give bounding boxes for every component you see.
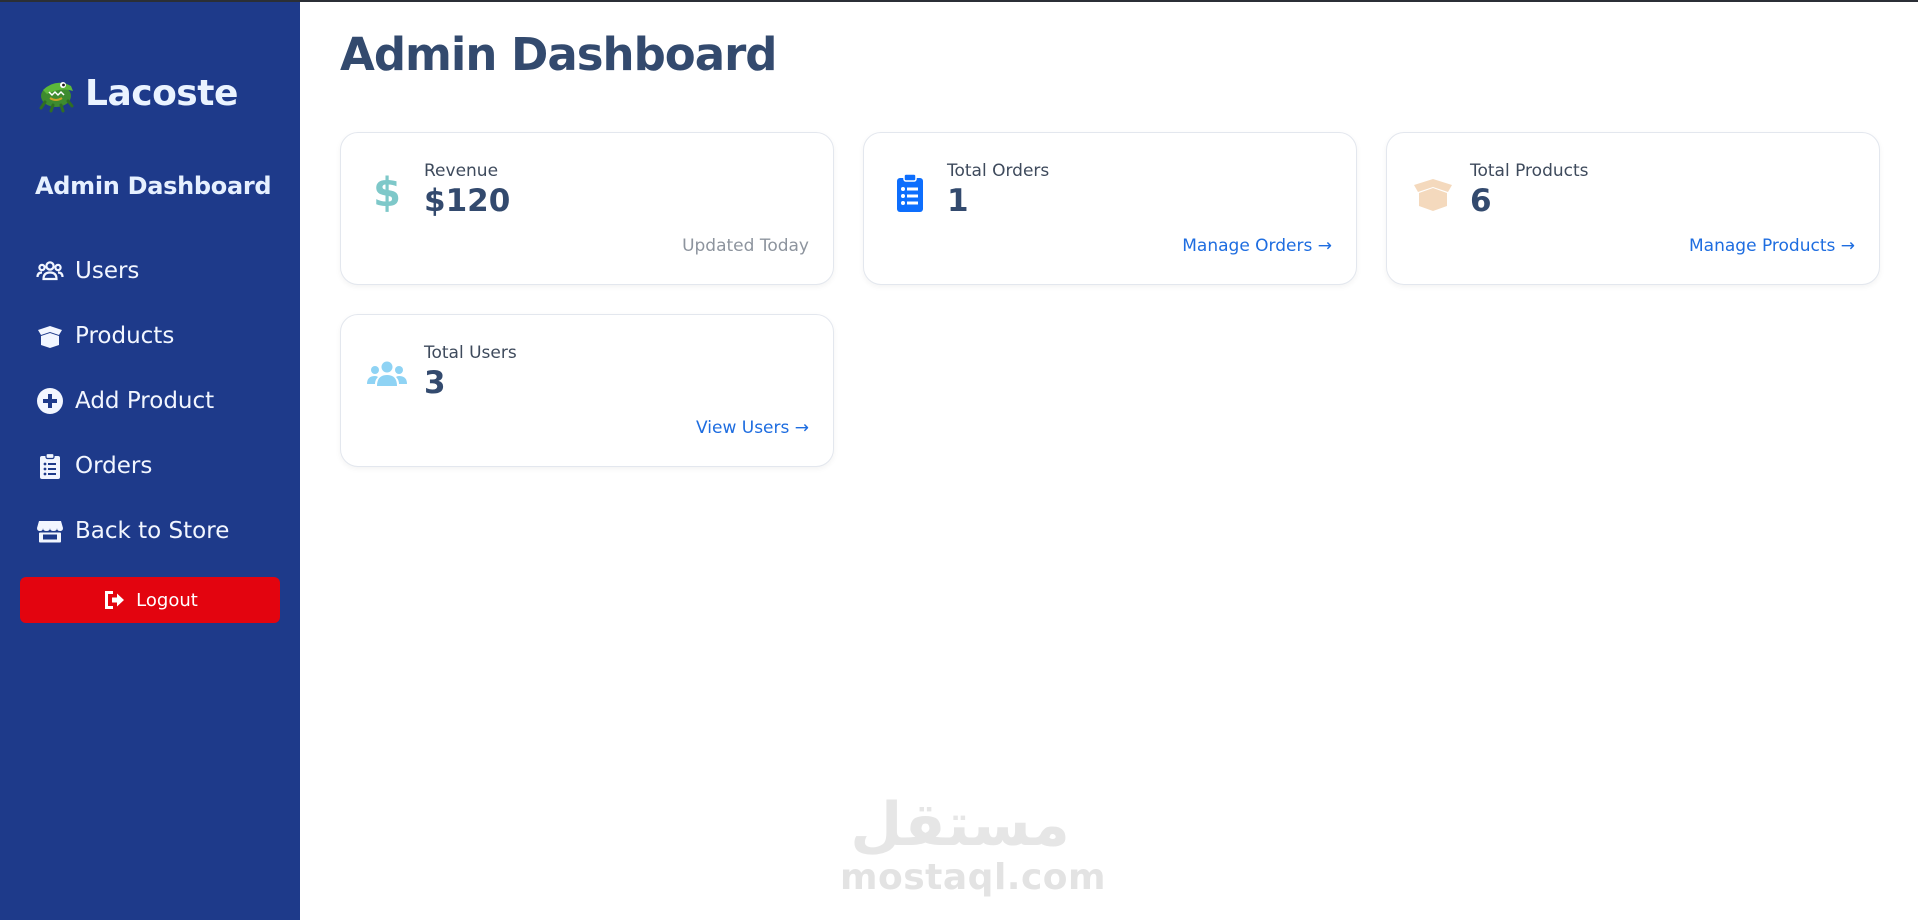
sidebar-item-users[interactable]: Users	[35, 238, 285, 303]
sidebar-item-label: Back to Store	[75, 517, 230, 544]
card-value: $120	[424, 183, 511, 219]
card-label: Revenue	[424, 161, 499, 181]
box-open-icon	[1411, 171, 1455, 215]
users-icon	[35, 256, 65, 286]
sidebar-nav: Users Products Add Product Orders Back t…	[35, 238, 285, 563]
svg-text:$: $	[373, 172, 401, 214]
page-title: Admin Dashboard	[340, 28, 777, 81]
orders-card: Total Orders 1 Manage Orders →	[863, 132, 1357, 285]
logout-label: Logout	[136, 589, 198, 611]
users-icon	[365, 353, 409, 397]
crocodile-logo-icon	[39, 82, 74, 113]
manage-products-link[interactable]: Manage Products →	[1689, 236, 1855, 256]
revenue-card: $ Revenue $120 Updated Today	[340, 132, 834, 285]
sidebar-item-label: Orders	[75, 452, 153, 479]
sidebar-item-products[interactable]: Products	[35, 303, 285, 368]
view-users-link[interactable]: View Users →	[696, 418, 809, 438]
dollar-icon: $	[365, 171, 409, 215]
clipboard-list-icon	[35, 451, 65, 481]
sidebar-item-label: Users	[75, 257, 140, 284]
watermark-latin: mostaql.com	[840, 857, 1107, 898]
card-label: Total Orders	[947, 161, 1050, 181]
sign-out-icon	[105, 591, 125, 609]
card-label: Total Products	[1470, 161, 1589, 181]
sidebar-item-label: Products	[75, 322, 175, 349]
updated-note: Updated Today	[682, 236, 809, 256]
card-label: Total Users	[424, 343, 517, 363]
sidebar-item-label: Add Product	[75, 387, 215, 414]
card-value: 6	[1470, 183, 1492, 219]
sidebar-item-orders[interactable]: Orders	[35, 433, 285, 498]
users-card: Total Users 3 View Users →	[340, 314, 834, 467]
box-open-icon	[35, 321, 65, 351]
plus-circle-icon	[35, 386, 65, 416]
manage-orders-link[interactable]: Manage Orders →	[1182, 236, 1332, 256]
card-value: 1	[947, 183, 969, 219]
sidebar-item-back-to-store[interactable]: Back to Store	[35, 498, 285, 563]
brand-name: Lacoste	[85, 72, 238, 114]
brand[interactable]: Lacoste	[35, 72, 238, 114]
store-icon	[35, 516, 65, 546]
watermark-arabic: مستقل	[850, 790, 1070, 860]
sidebar: Lacoste Admin Dashboard Users Products A…	[0, 2, 300, 920]
watermark: مستقل mostaql.com	[840, 790, 1107, 898]
sidebar-item-add-product[interactable]: Add Product	[35, 368, 285, 433]
clipboard-list-icon	[888, 171, 932, 215]
logout-button[interactable]: Logout	[20, 577, 280, 623]
sidebar-title: Admin Dashboard	[35, 172, 272, 200]
products-card: Total Products 6 Manage Products →	[1386, 132, 1880, 285]
card-value: 3	[424, 365, 446, 401]
